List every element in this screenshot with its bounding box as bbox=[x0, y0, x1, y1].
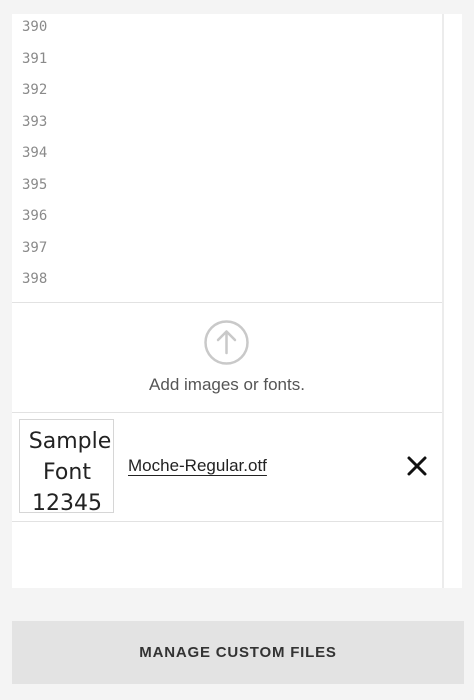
upload-dropzone[interactable]: Add images or fonts. bbox=[12, 303, 442, 412]
file-row: Sample Font 12345 Moche-Regular.otf bbox=[12, 413, 442, 520]
line-number-gutter: 390 391 392 393 394 395 396 397 398 bbox=[12, 14, 442, 302]
line-number: 398 bbox=[22, 271, 48, 287]
custom-css-panel: 390 391 392 393 394 395 396 397 398 Add … bbox=[12, 14, 462, 588]
panel-scrollbar-track bbox=[442, 14, 444, 588]
font-preview-line: Sample bbox=[28, 429, 112, 454]
font-preview-line: 12345 bbox=[32, 491, 102, 513]
line-number: 393 bbox=[22, 114, 48, 130]
line-number: 396 bbox=[22, 208, 48, 224]
line-number: 391 bbox=[22, 51, 48, 67]
manage-custom-files-button[interactable]: MANAGE CUSTOM FILES bbox=[12, 621, 464, 684]
upload-label: Add images or fonts. bbox=[149, 375, 305, 394]
line-number: 392 bbox=[22, 82, 48, 98]
arrow-up-circle-icon bbox=[204, 320, 249, 365]
font-preview-line: Font bbox=[43, 460, 91, 485]
close-icon[interactable] bbox=[404, 453, 430, 479]
divider bbox=[12, 521, 442, 522]
line-number: 394 bbox=[22, 145, 48, 161]
line-number: 397 bbox=[22, 240, 48, 256]
font-preview-thumbnail: Sample Font 12345 bbox=[19, 419, 114, 513]
file-name-link[interactable]: Moche-Regular.otf bbox=[128, 456, 267, 476]
line-number: 395 bbox=[22, 177, 48, 193]
line-number: 390 bbox=[22, 19, 48, 35]
